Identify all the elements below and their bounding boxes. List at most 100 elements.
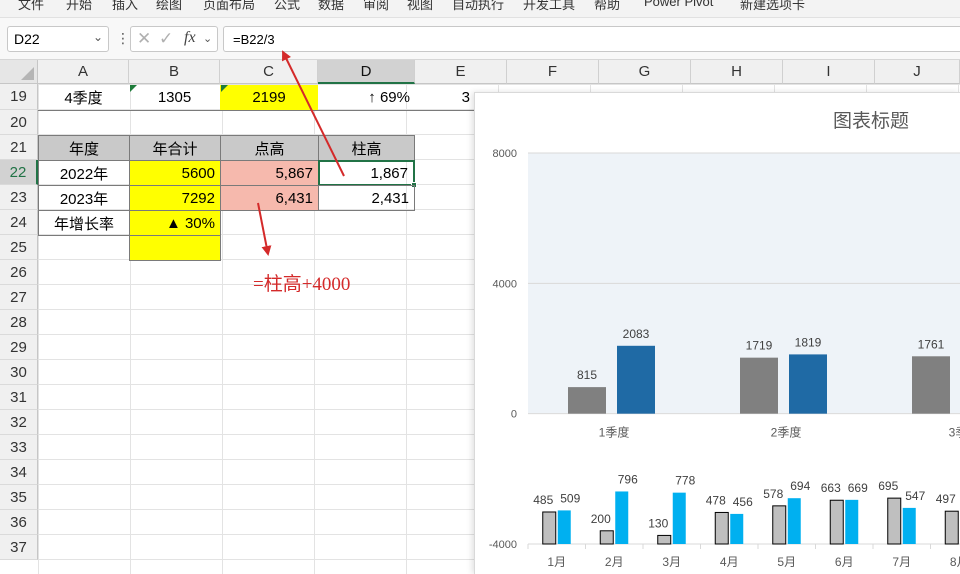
row-header-21[interactable]: 21 (0, 135, 38, 160)
tab-formulas[interactable]: 公式 (274, 0, 300, 13)
formula-input[interactable]: =B22/3 (223, 26, 960, 52)
row-header-26[interactable]: 26 (0, 260, 38, 285)
month-data-label: 796 (618, 472, 638, 486)
tab-home[interactable]: 开始 (66, 0, 92, 13)
row-header-34[interactable]: 34 (0, 460, 38, 485)
month-data-label: 509 (560, 491, 580, 505)
column-header-b[interactable]: B (129, 60, 220, 84)
quarter-axis-label: 2季度 (771, 425, 802, 440)
cell-c23[interactable]: 6,431 (220, 185, 319, 211)
column-header-d[interactable]: D (318, 60, 415, 84)
column-header-c[interactable]: C (220, 60, 318, 84)
row-header-37[interactable]: 37 (0, 535, 38, 560)
month-data-label: 130 (648, 516, 668, 530)
tab-draw[interactable]: 绘图 (156, 0, 182, 13)
cell-a22[interactable]: 2022年 (38, 160, 130, 186)
tab-review[interactable]: 审阅 (363, 0, 389, 13)
column-header-f[interactable]: F (507, 60, 599, 84)
month-data-label: 497 (936, 492, 956, 506)
y-tick-label: -4000 (489, 539, 517, 551)
annotation-text: =柱高+4000 (253, 274, 351, 295)
cell-a21[interactable]: 年度 (38, 135, 130, 161)
chevron-down-icon[interactable]: ⌄ (93, 30, 103, 44)
cell-c19[interactable]: 2199 (220, 85, 318, 111)
cell-b24[interactable]: ▲ 30% (129, 210, 221, 236)
tab-help[interactable]: 帮助 (594, 0, 620, 13)
month-data-label: 669 (848, 481, 868, 495)
row-header-36[interactable]: 36 (0, 510, 38, 535)
formula-buttons: ✕ ✓ fx ⌄ (130, 26, 218, 52)
cell-d22-active[interactable]: 1,867 (318, 160, 415, 186)
cell-d21[interactable]: 柱高 (318, 135, 415, 161)
row-header-31[interactable]: 31 (0, 385, 38, 410)
tab-view[interactable]: 视图 (407, 0, 433, 13)
cell-b23[interactable]: 7292 (129, 185, 221, 211)
column-header-g[interactable]: G (599, 60, 691, 84)
cell-e19[interactable]: 3 (415, 85, 475, 111)
tab-developer[interactable]: 开发工具 (523, 0, 575, 13)
more-icon[interactable]: ⋮ (116, 30, 130, 47)
cell-a24[interactable]: 年增长率 (38, 210, 130, 236)
row-header-22[interactable]: 22 (0, 160, 38, 185)
month-bar (730, 513, 744, 544)
cell-d23[interactable]: 2,431 (318, 185, 415, 211)
chart-svg[interactable]: 图表标题 8000 4000 0 -4000 1季度 2季度 3季 815 1719 1761 2… (475, 93, 960, 574)
month-bar (887, 497, 902, 545)
row-header-23[interactable]: 23 (0, 185, 38, 210)
cell-b21[interactable]: 年合计 (129, 135, 221, 161)
month-axis-label: 7月 (892, 555, 911, 569)
cell-a23[interactable]: 2023年 (38, 185, 130, 211)
row-header-30[interactable]: 30 (0, 360, 38, 385)
row-header-32[interactable]: 32 (0, 410, 38, 435)
month-data-label: 485 (533, 493, 553, 507)
name-box[interactable]: D22 ⌄ (7, 26, 109, 52)
month-data-label: 547 (905, 489, 925, 503)
column-header-h[interactable]: H (691, 60, 783, 84)
tab-new[interactable]: 新建选项卡 (740, 0, 805, 13)
month-data-label: 578 (763, 487, 783, 501)
column-header-j[interactable]: J (875, 60, 960, 84)
column-header-i[interactable]: I (783, 60, 875, 84)
month-axis-label: 8月 (950, 555, 960, 569)
cell-a19[interactable]: 4季度 (38, 85, 129, 111)
row-header-25[interactable]: 25 (0, 235, 38, 260)
cell-c21[interactable]: 点高 (220, 135, 319, 161)
y-tick-label: 8000 (493, 148, 517, 160)
chart-area[interactable]: 图表标题 8000 4000 0 -4000 1季度 2季度 3季 815 1719 1761 2… (474, 92, 960, 574)
tab-power-pivot[interactable]: Power Pivot (644, 0, 713, 9)
row-header-35[interactable]: 35 (0, 485, 38, 510)
row-header-33[interactable]: 33 (0, 435, 38, 460)
column-header-a[interactable]: A (38, 60, 129, 84)
chevron-down-icon[interactable]: ⌄ (203, 32, 212, 45)
column-header-e[interactable]: E (415, 60, 507, 84)
tab-insert[interactable]: 插入 (112, 0, 138, 13)
month-data-label: 663 (821, 481, 841, 495)
row-header-28[interactable]: 28 (0, 310, 38, 335)
month-bar (557, 510, 571, 544)
cancel-icon[interactable]: ✕ (137, 29, 151, 49)
cell-c22[interactable]: 5,867 (220, 160, 319, 186)
cell-d19[interactable]: ↑ 69% (318, 85, 415, 111)
tab-page-layout[interactable]: 页面布局 (203, 0, 255, 13)
month-bar (599, 530, 614, 545)
quarter-data-label: 1719 (746, 339, 773, 353)
cell-b19[interactable]: 1305 (129, 85, 220, 111)
row-header-20[interactable]: 20 (0, 110, 38, 135)
cell-b25[interactable] (129, 235, 221, 261)
error-indicator-icon (130, 85, 137, 92)
tab-automate[interactable]: 自动执行 (452, 0, 504, 13)
tab-data[interactable]: 数据 (318, 0, 344, 13)
select-all-button[interactable] (0, 60, 38, 84)
month-bar (829, 499, 844, 545)
cell-b22[interactable]: 5600 (129, 160, 221, 186)
check-icon[interactable]: ✓ (159, 29, 173, 49)
quarter-axis-label: 3季 (949, 426, 960, 440)
row-header-24[interactable]: 24 (0, 210, 38, 235)
row-header-29[interactable]: 29 (0, 335, 38, 360)
insert-function-icon[interactable]: fx (184, 29, 196, 47)
name-box-value: D22 (14, 31, 40, 47)
row-header-19[interactable]: 19 (0, 84, 38, 110)
tab-file[interactable]: 文件 (18, 0, 44, 13)
row-header-27[interactable]: 27 (0, 285, 38, 310)
chart-title[interactable]: 图表标题 (833, 110, 909, 132)
